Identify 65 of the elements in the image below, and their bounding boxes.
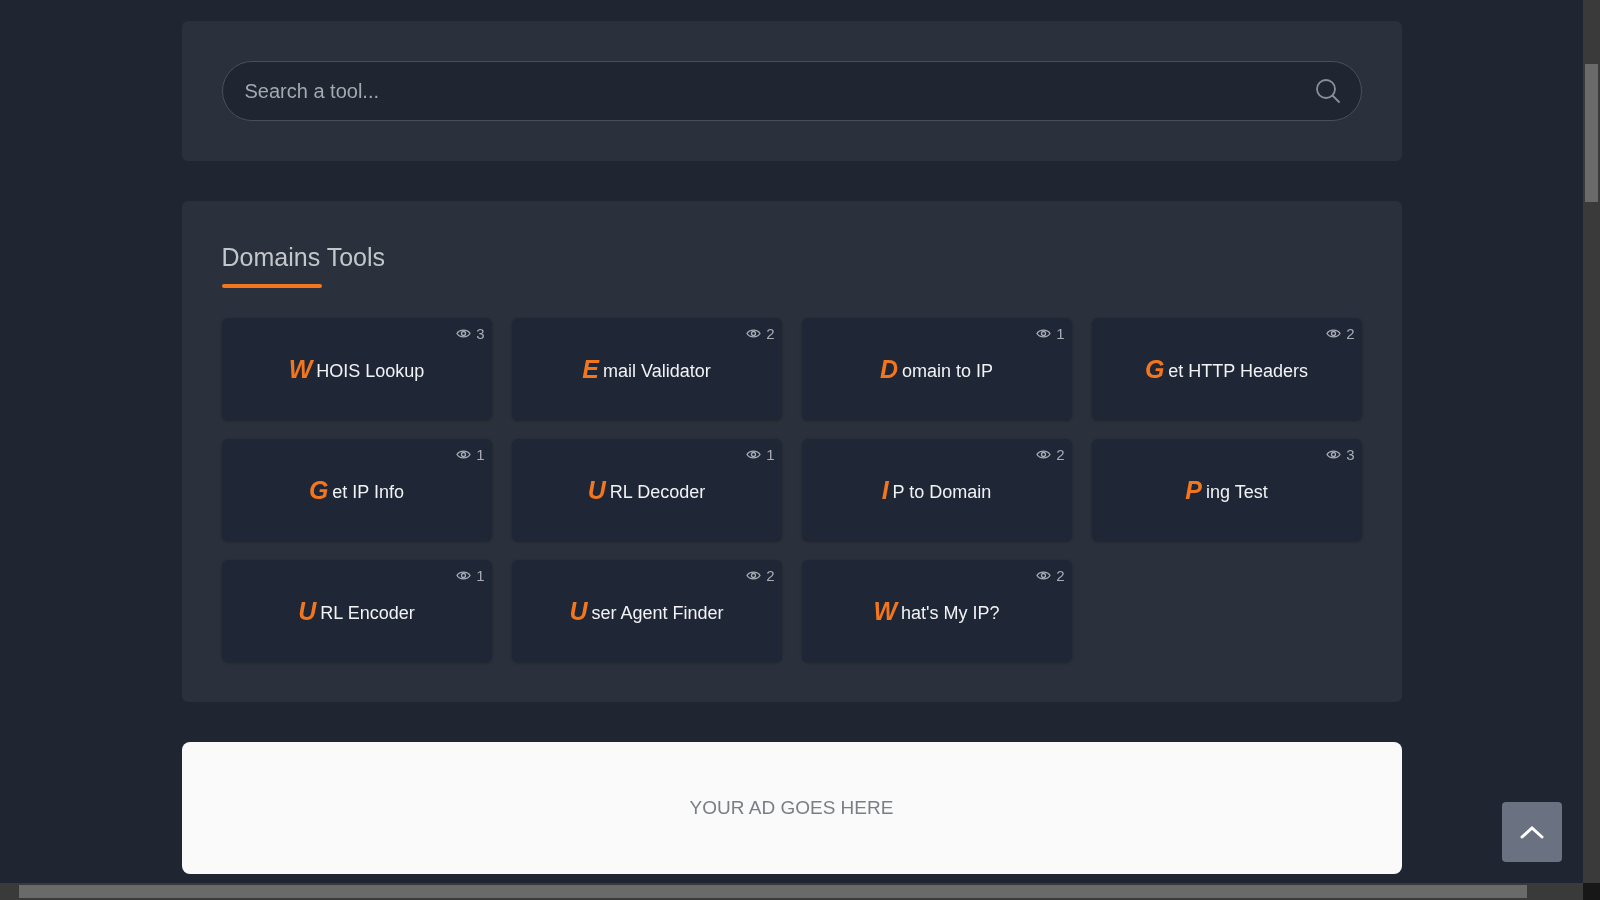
horizontal-scrollbar[interactable] — [0, 883, 1583, 900]
tool-name: RL Encoder — [320, 601, 415, 624]
tool-card[interactable]: 2 I P to Domain — [801, 439, 1072, 541]
tool-name: RL Decoder — [609, 480, 706, 503]
eye-icon — [746, 449, 762, 460]
tool-initial: G — [308, 475, 329, 505]
view-count: 1 — [476, 567, 485, 584]
eye-icon — [456, 570, 472, 581]
tool-card[interactable]: 1 U RL Encoder — [221, 560, 492, 662]
eye-icon — [1326, 449, 1342, 460]
view-count: 2 — [766, 567, 775, 584]
tool-initial: W — [873, 596, 898, 626]
tool-card[interactable]: 3 P ing Test — [1091, 439, 1362, 541]
view-count: 3 — [1346, 446, 1355, 463]
tool-card[interactable]: 1 D omain to IP — [801, 318, 1072, 420]
view-count: 2 — [766, 325, 775, 342]
tool-initial: U — [298, 596, 317, 626]
tool-initial: W — [288, 354, 313, 384]
tool-name: P to Domain — [892, 480, 992, 503]
tool-card[interactable]: 3 W HOIS Lookup — [221, 318, 492, 420]
tool-card[interactable]: 1 G et IP Info — [221, 439, 492, 541]
tool-card[interactable]: 2 G et HTTP Headers — [1091, 318, 1362, 420]
tool-name: mail Validator — [603, 359, 711, 382]
view-count: 2 — [1056, 567, 1065, 584]
tool-name: ser Agent Finder — [591, 601, 724, 624]
eye-icon — [1036, 328, 1052, 339]
back-to-top-button[interactable] — [1502, 802, 1562, 862]
search-field[interactable]: Search a tool... — [221, 61, 1362, 121]
eye-icon — [1036, 570, 1052, 581]
view-count: 1 — [476, 446, 485, 463]
tool-initial: U — [569, 596, 588, 626]
view-count: 2 — [1346, 325, 1355, 342]
vertical-scrollbar[interactable] — [1583, 0, 1600, 883]
tool-card[interactable]: 1 U RL Decoder — [511, 439, 782, 541]
tool-initial: E — [582, 354, 599, 384]
tool-name: et HTTP Headers — [1168, 359, 1309, 382]
view-count: 2 — [1056, 446, 1065, 463]
view-count: 3 — [476, 325, 485, 342]
tool-name: hat's My IP? — [901, 601, 1000, 624]
tool-card[interactable]: 2 U ser Agent Finder — [511, 560, 782, 662]
tool-card[interactable]: 2 W hat's My IP? — [801, 560, 1072, 662]
tool-name: ing Test — [1206, 480, 1268, 503]
view-count: 1 — [766, 446, 775, 463]
eye-icon — [1326, 328, 1342, 339]
tool-initial: G — [1144, 354, 1165, 384]
tool-initial: D — [879, 354, 898, 384]
eye-icon — [746, 328, 762, 339]
eye-icon — [456, 328, 472, 339]
tool-initial: U — [587, 475, 606, 505]
ad-text: YOUR AD GOES HERE — [689, 797, 894, 819]
tool-name: omain to IP — [902, 359, 994, 382]
tool-initial: I — [881, 475, 889, 505]
eye-icon — [746, 570, 762, 581]
scrollbar-corner — [1583, 883, 1600, 900]
tool-name: HOIS Lookup — [316, 359, 425, 382]
chevron-up-icon — [1520, 825, 1544, 839]
view-count: 1 — [1056, 325, 1065, 342]
eye-icon — [1036, 449, 1052, 460]
eye-icon — [456, 449, 472, 460]
tool-card[interactable]: 2 E mail Validator — [511, 318, 782, 420]
search-icon[interactable] — [1314, 78, 1341, 104]
tool-initial: P — [1185, 475, 1202, 505]
tool-name: et IP Info — [332, 480, 405, 503]
section-title: Domains Tools — [221, 242, 386, 272]
search-input[interactable]: Search a tool... — [242, 78, 1315, 104]
